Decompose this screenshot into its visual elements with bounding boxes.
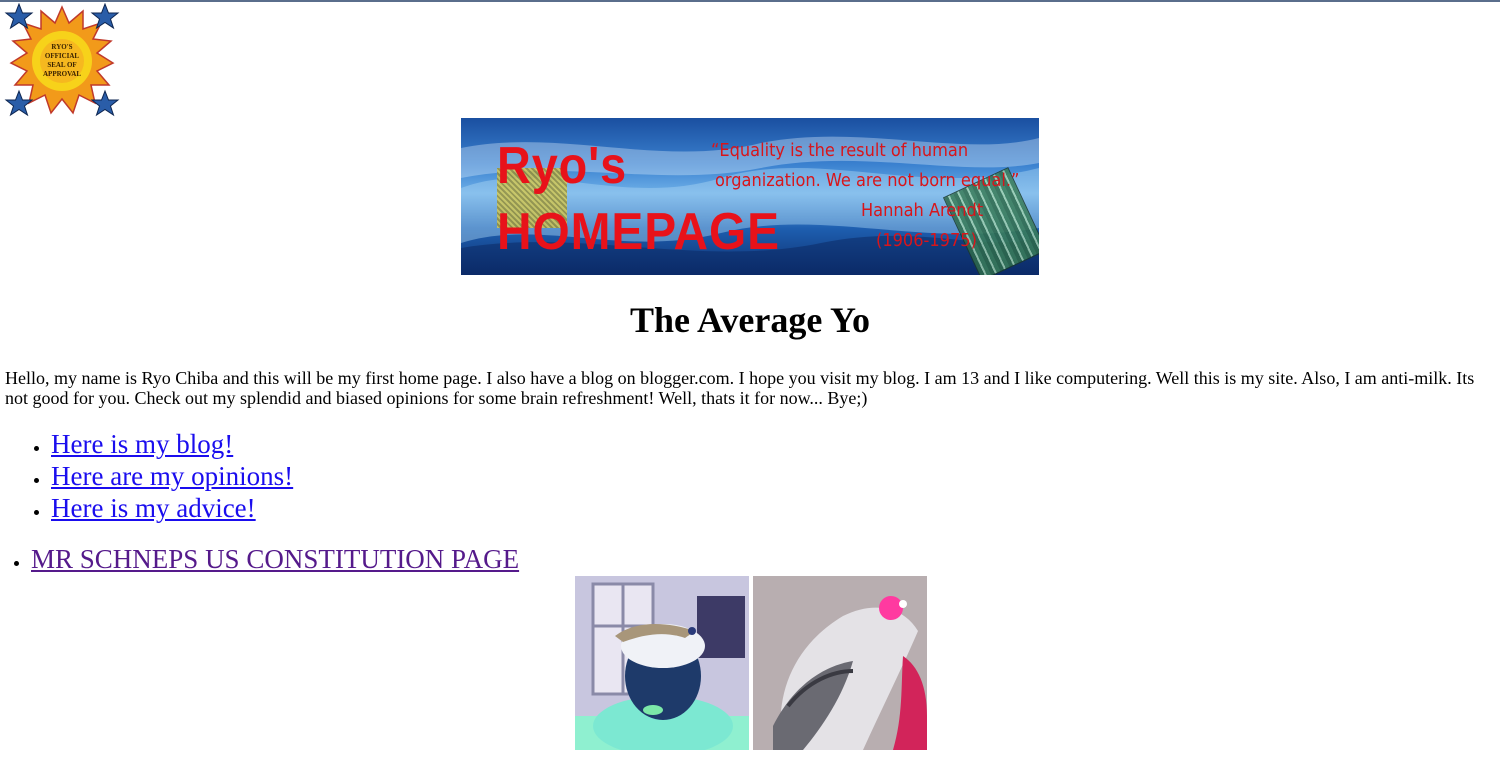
seal-line: RYO'S xyxy=(51,43,73,51)
constitution-page-link[interactable]: MR SCHNEPS US CONSTITUTION PAGE xyxy=(31,544,519,574)
seal-text: RYO'S OFFICIAL SEAL OF APPROVAL xyxy=(3,3,121,119)
list-item: Here is my blog! xyxy=(51,428,293,460)
boy-photo-art xyxy=(575,576,749,750)
quote-line: “Equality is the result of human xyxy=(711,140,969,161)
bird-photo-art xyxy=(753,576,927,750)
list-item: MR SCHNEPS US CONSTITUTION PAGE xyxy=(31,543,519,575)
intro-paragraph: Hello, my name is Ryo Chiba and this wil… xyxy=(5,368,1475,408)
advice-link[interactable]: Here is my advice! xyxy=(51,493,256,523)
top-divider xyxy=(0,0,1500,2)
banner-title-ryos: Ryo's xyxy=(497,137,628,195)
opinions-link[interactable]: Here are my opinions! xyxy=(51,461,293,491)
page-title: The Average Yo xyxy=(630,300,870,340)
seal-line: SEAL OF xyxy=(47,61,77,69)
homepage-banner: Ryo's HOMEPAGE “Equality is the result o… xyxy=(461,118,1039,275)
list-item: Here are my opinions! xyxy=(51,460,293,492)
quote-author: Hannah Arendt xyxy=(861,200,984,221)
inverted-boy-with-bird-photo xyxy=(575,576,749,750)
list-item: Here is my advice! xyxy=(51,492,293,524)
inverted-bird-photo xyxy=(753,576,927,750)
extra-links-list: MR SCHNEPS US CONSTITUTION PAGE xyxy=(0,543,519,575)
blog-link[interactable]: Here is my blog! xyxy=(51,429,233,459)
quote-line: organization. We are not born equal.” xyxy=(715,170,1020,191)
quote-dates: (1906-1975) xyxy=(876,230,977,251)
nav-links-list: Here is my blog! Here are my opinions! H… xyxy=(0,428,293,524)
seal-line: OFFICIAL xyxy=(44,52,80,60)
seal-of-approval-image: RYO'S OFFICIAL SEAL OF APPROVAL xyxy=(3,3,121,119)
banner-quote: “Equality is the result of human organiz… xyxy=(711,136,1031,256)
seal-line: APPROVAL xyxy=(43,70,81,78)
